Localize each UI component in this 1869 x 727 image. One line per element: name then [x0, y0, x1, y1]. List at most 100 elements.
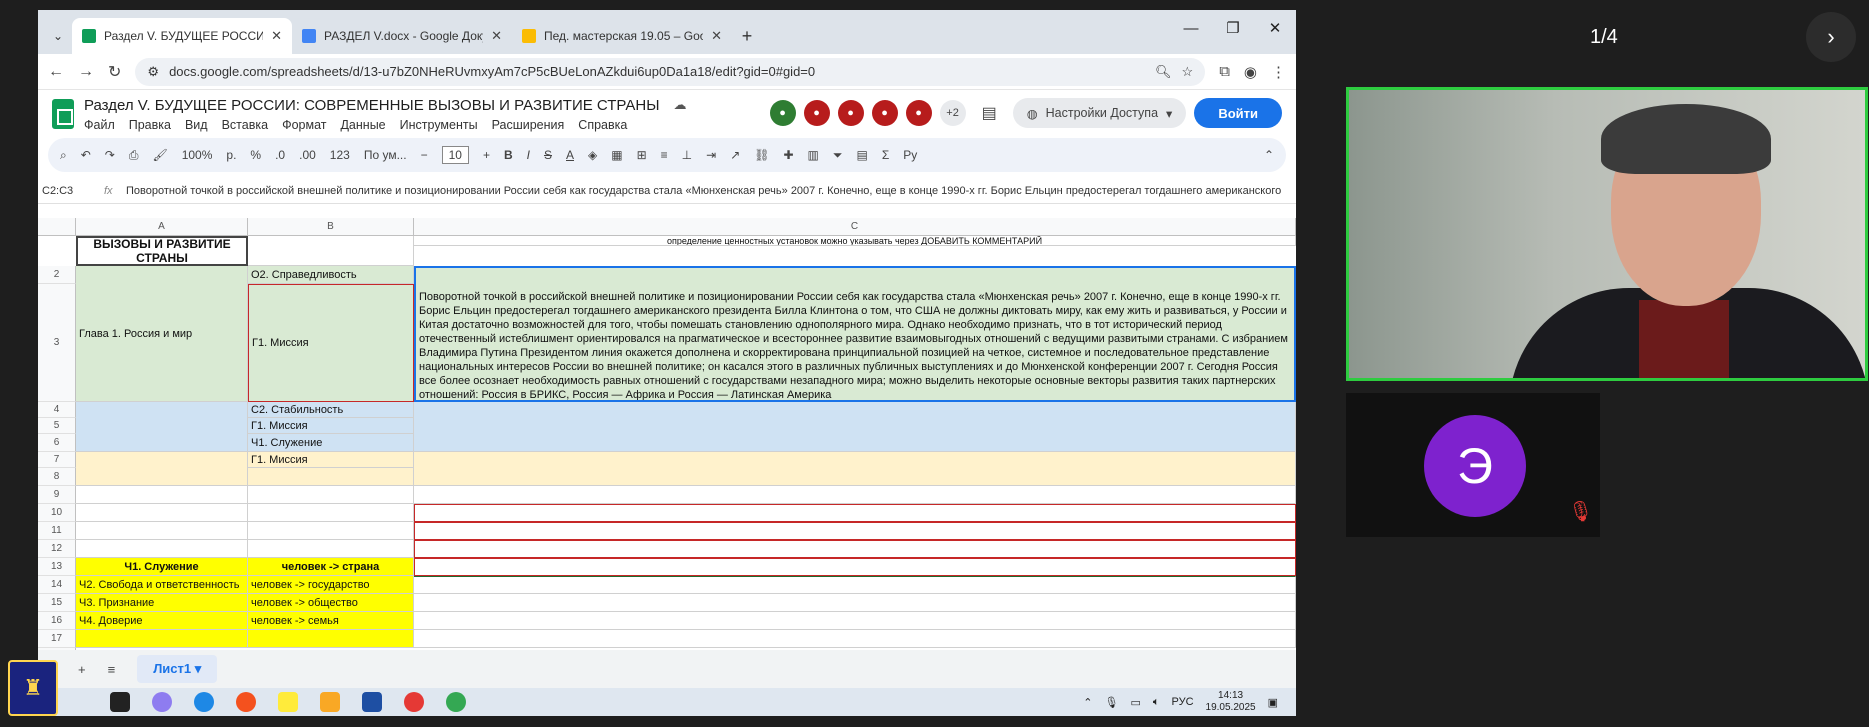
menu-edit[interactable]: Правка: [129, 118, 171, 132]
column-header-b[interactable]: B: [248, 218, 414, 235]
chevron-up-icon[interactable]: ⌃: [1083, 696, 1092, 709]
cell-chapter-1[interactable]: Глава 1. Россия и мир: [76, 266, 248, 402]
cell-value[interactable]: [248, 468, 414, 486]
cell-empty[interactable]: [414, 486, 1296, 504]
menu-file[interactable]: Файл: [84, 118, 115, 132]
browser-tab-drive[interactable]: Пед. мастерская 19.05 – Goog ✕: [512, 18, 732, 54]
alice-icon[interactable]: [152, 692, 172, 712]
row-number[interactable]: 11: [38, 522, 76, 540]
url-field[interactable]: ⚙ docs.google.com/spreadsheets/d/13-u7bZ…: [135, 57, 1206, 86]
cell-value[interactable]: Г1. Миссия: [248, 284, 414, 402]
cell-empty[interactable]: [414, 630, 1296, 648]
text-color-icon[interactable]: A: [566, 148, 574, 162]
row-number[interactable]: 14: [38, 576, 76, 594]
cell-selected-text[interactable]: Поворотной точкой в российской внешней п…: [414, 266, 1296, 402]
minimize-icon[interactable]: —: [1170, 10, 1212, 46]
login-button[interactable]: Войти: [1194, 98, 1282, 128]
yandex-icon[interactable]: [236, 692, 256, 712]
reload-icon[interactable]: ↻: [108, 62, 121, 82]
row-number[interactable]: 16: [38, 612, 76, 630]
cell-empty[interactable]: [248, 540, 414, 558]
formula-input[interactable]: Поворотной точкой в российской внешней п…: [126, 185, 1296, 197]
row-number[interactable]: 8: [38, 468, 76, 486]
column-header-a[interactable]: A: [76, 218, 248, 235]
row-number[interactable]: 7: [38, 452, 76, 468]
filter-icon[interactable]: ⏷: [833, 148, 843, 163]
row-number[interactable]: 5: [38, 418, 76, 434]
menu-extensions[interactable]: Расширения: [492, 118, 565, 132]
cell-c-empty[interactable]: [414, 452, 1296, 486]
tab-search-dropdown[interactable]: ⌄: [44, 18, 72, 54]
functions-icon[interactable]: Σ: [882, 148, 889, 162]
cell-b1[interactable]: [248, 236, 414, 266]
row-number[interactable]: 4: [38, 402, 76, 418]
profile-icon[interactable]: ◉: [1244, 63, 1257, 81]
close-window-icon[interactable]: ✕: [1254, 10, 1296, 46]
cell-empty[interactable]: [414, 504, 1296, 522]
cell-empty[interactable]: [248, 486, 414, 504]
percent-format-button[interactable]: %: [250, 148, 261, 162]
cell-empty[interactable]: [248, 522, 414, 540]
collaborator-avatar[interactable]: ●: [871, 100, 898, 126]
table-cell[interactable]: Ч2. Свобода и ответственность: [76, 576, 248, 594]
text-rotate-icon[interactable]: ↗: [730, 148, 740, 162]
row-number[interactable]: 15: [38, 594, 76, 612]
cell-empty[interactable]: [76, 504, 248, 522]
collaborator-avatar[interactable]: ●: [769, 100, 796, 126]
cell-empty[interactable]: [76, 486, 248, 504]
row-number[interactable]: 12: [38, 540, 76, 558]
collaborator-avatar[interactable]: ●: [837, 100, 864, 126]
cell-c-empty[interactable]: [414, 402, 1296, 452]
cell-empty[interactable]: [414, 522, 1296, 540]
row-number[interactable]: 17: [38, 630, 76, 648]
fill-color-icon[interactable]: ◈: [588, 148, 597, 162]
menu-insert[interactable]: Вставка: [222, 118, 268, 132]
menu-data[interactable]: Данные: [340, 118, 385, 132]
edge-icon[interactable]: [194, 692, 214, 712]
insert-chart-icon[interactable]: ▥: [808, 148, 819, 162]
text-wrap-icon[interactable]: ⇥: [706, 148, 716, 162]
font-select[interactable]: По ум...: [364, 148, 407, 162]
link-icon[interactable]: ⛓: [754, 148, 769, 162]
mic-icon[interactable]: 🎙︎: [1105, 696, 1119, 709]
browser-tab-docs[interactable]: РАЗДЕЛ V.docx - Google Доку ✕: [292, 18, 512, 54]
back-icon[interactable]: ←: [48, 63, 64, 81]
currency-format-button[interactable]: р.: [226, 148, 236, 162]
collaborator-avatar[interactable]: ●: [905, 100, 932, 126]
new-tab-button[interactable]: +: [732, 18, 762, 54]
search-menus-icon[interactable]: ⌕: [60, 148, 67, 163]
increase-decimal-button[interactable]: .00: [299, 148, 316, 162]
cell-value[interactable]: Г1. Миссия: [248, 418, 414, 434]
cell-chapter-3[interactable]: [76, 452, 248, 486]
cell-value[interactable]: Г1. Миссия: [248, 452, 414, 468]
row-number[interactable]: 10: [38, 504, 76, 522]
participant-tile[interactable]: Э 🎙︎: [1346, 393, 1600, 537]
close-icon[interactable]: ✕: [491, 28, 502, 44]
menu-tools[interactable]: Инструменты: [400, 118, 478, 132]
next-page-button[interactable]: ›: [1806, 12, 1856, 62]
collapse-toolbar-icon[interactable]: ⌃: [1264, 148, 1274, 162]
restore-icon[interactable]: ❐: [1212, 10, 1254, 46]
decrease-decimal-button[interactable]: .0: [275, 148, 285, 162]
clock[interactable]: 14:13 19.05.2025: [1206, 690, 1256, 714]
volume-icon[interactable]: 🔈︎: [1153, 696, 1160, 709]
word-icon[interactable]: [362, 692, 382, 712]
speaker-video[interactable]: [1346, 87, 1868, 381]
cell-empty[interactable]: [248, 504, 414, 522]
close-icon[interactable]: ✕: [271, 28, 282, 44]
table-cell[interactable]: человек -> общество: [248, 594, 414, 612]
name-box[interactable]: C2:C3: [38, 185, 104, 197]
zoom-select[interactable]: 100%: [182, 148, 213, 162]
table-cell[interactable]: [248, 630, 414, 648]
input-tools-icon[interactable]: Ру: [903, 148, 917, 162]
font-size-increase-icon[interactable]: +: [483, 148, 490, 162]
table-header-value[interactable]: Ч1. Служение: [76, 558, 248, 576]
extensions-icon[interactable]: ⧉: [1219, 63, 1230, 80]
cell-a1[interactable]: ВЫЗОВЫ И РАЗВИТИЕ СТРАНЫ: [76, 236, 248, 266]
font-size-decrease-icon[interactable]: −: [421, 148, 428, 162]
cell-empty[interactable]: [414, 576, 1296, 594]
number-format-button[interactable]: 123: [330, 148, 350, 162]
cell-empty[interactable]: [76, 540, 248, 558]
site-info-icon[interactable]: ⚙: [147, 64, 159, 80]
notifications-icon[interactable]: ▣: [1268, 696, 1278, 709]
